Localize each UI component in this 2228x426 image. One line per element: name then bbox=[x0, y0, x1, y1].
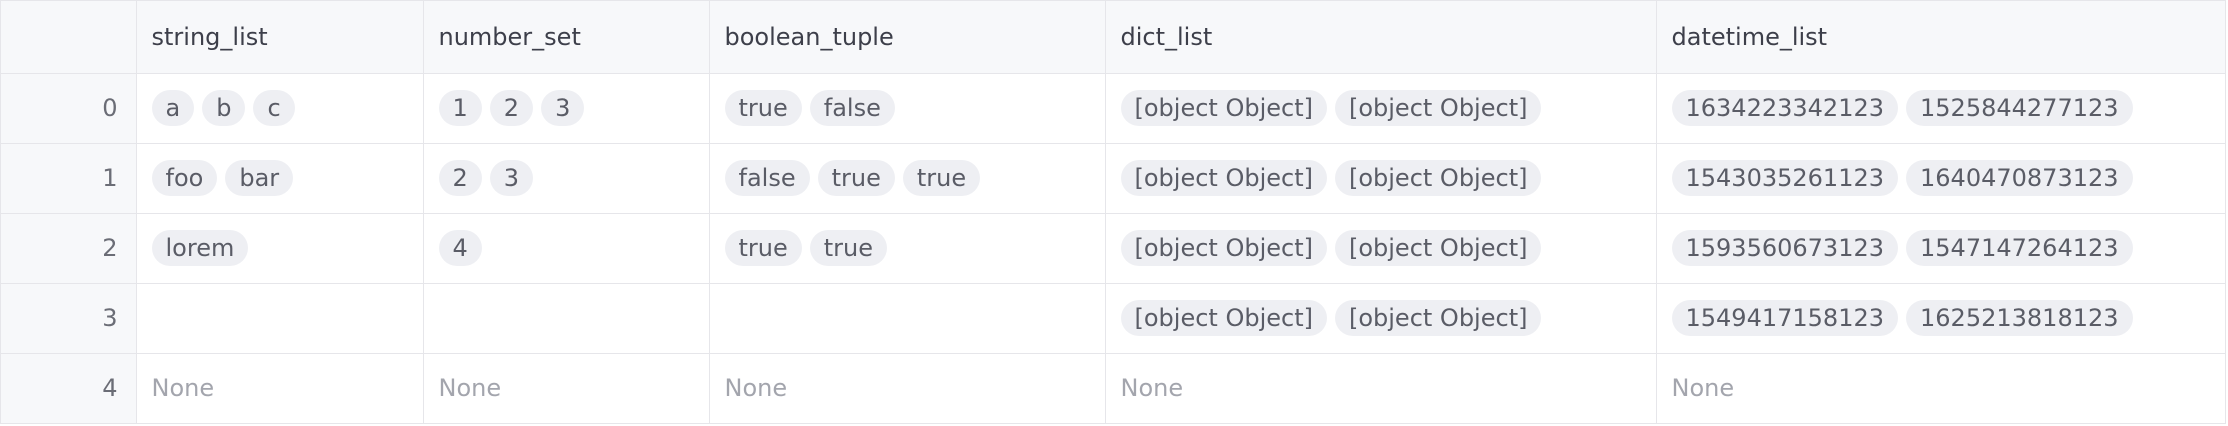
cell-datetime-list[interactable]: None bbox=[1656, 353, 2225, 423]
cell-boolean-tuple[interactable]: false true true bbox=[709, 143, 1106, 214]
list-item-chip: true bbox=[817, 160, 895, 196]
list-item-chip: 3 bbox=[489, 160, 534, 196]
list-item-chip: 2 bbox=[438, 160, 482, 196]
dataframe-grid: string_list number_set boolean_tuple dic… bbox=[0, 0, 2226, 424]
table-row: 1 foo bar 2 3 false true true [object Object] [ob… bbox=[1, 143, 2225, 214]
cell-boolean-tuple[interactable]: true true bbox=[709, 213, 1106, 284]
list-item-chip: c bbox=[253, 90, 295, 126]
column-header-boolean-tuple[interactable]: boolean_tuple bbox=[709, 1, 1106, 74]
null-value: None bbox=[1120, 374, 1184, 403]
cell-datetime-list[interactable]: 1543035261123 1640470873123 bbox=[1656, 143, 2225, 214]
list-item-chip: [object Object] bbox=[1334, 90, 1542, 126]
row-index: 1 bbox=[1, 143, 137, 214]
null-value: None bbox=[724, 374, 788, 403]
cell-number-set[interactable]: 23 bbox=[423, 143, 710, 214]
list-item-chip: true bbox=[724, 90, 802, 126]
list-item-chip: 1525844277123 bbox=[1906, 90, 2133, 126]
row-index: 0 bbox=[1, 73, 137, 144]
cell-number-set[interactable] bbox=[423, 283, 710, 354]
list-item-chip: 3 bbox=[541, 90, 585, 126]
list-item-chip: 1593560673123 bbox=[1671, 230, 1899, 266]
cell-boolean-tuple[interactable] bbox=[709, 283, 1106, 354]
list-item-chip: false bbox=[724, 160, 810, 196]
column-header-dict-list[interactable]: dict_list bbox=[1105, 1, 1657, 74]
list-item-chip: [object Object] bbox=[1334, 160, 1542, 196]
cell-dict-list[interactable]: None bbox=[1105, 353, 1657, 423]
cell-string-list[interactable]: None bbox=[136, 353, 424, 423]
list-item-chip: [object Object] bbox=[1334, 300, 1542, 336]
list-item-chip: 1 bbox=[438, 90, 482, 126]
cell-datetime-list[interactable]: 1634223342123 1525844277123 bbox=[1656, 73, 2225, 144]
column-header-number-set[interactable]: number_set bbox=[423, 1, 710, 74]
list-item-chip: lorem bbox=[151, 230, 249, 266]
list-item-chip: [object Object] bbox=[1120, 160, 1327, 196]
cell-dict-list[interactable]: [object Object] [object Object] bbox=[1105, 143, 1657, 214]
cell-string-list[interactable]: abc bbox=[136, 73, 424, 144]
null-value: None bbox=[151, 374, 215, 403]
cell-dict-list[interactable]: [object Object] [object Object] bbox=[1105, 73, 1657, 144]
cell-boolean-tuple[interactable]: None bbox=[709, 353, 1106, 423]
list-item-chip: [object Object] bbox=[1120, 90, 1327, 126]
list-item-chip: [object Object] bbox=[1334, 230, 1542, 266]
cell-boolean-tuple[interactable]: true false bbox=[709, 73, 1106, 144]
list-item-chip: true bbox=[724, 230, 802, 266]
list-item-chip: foo bbox=[151, 160, 218, 196]
row-index: 3 bbox=[1, 283, 137, 354]
index-header bbox=[1, 1, 137, 74]
cell-datetime-list[interactable]: 1593560673123 1547147264123 bbox=[1656, 213, 2225, 284]
table-row: 0 a b c 1 2 3 true false [object Object] [object O… bbox=[1, 73, 2225, 144]
list-item-chip: 1547147264123 bbox=[1906, 230, 2133, 266]
column-header-string-list[interactable]: string_list bbox=[136, 1, 424, 74]
list-item-chip: 2 bbox=[489, 90, 534, 126]
cell-string-list[interactable]: lorem bbox=[136, 213, 424, 284]
list-item-chip: false bbox=[809, 90, 895, 126]
list-item-chip: 1640470873123 bbox=[1906, 160, 2133, 196]
table-row: 3 [object Object] [object Object] 154941715… bbox=[1, 283, 2225, 354]
null-value: None bbox=[1671, 374, 1735, 403]
header-row: string_list number_set boolean_tuple dic… bbox=[1, 1, 2225, 74]
cell-number-set[interactable]: None bbox=[423, 353, 710, 423]
list-item-chip: 1634223342123 bbox=[1671, 90, 1899, 126]
list-item-chip: true bbox=[809, 230, 888, 266]
column-header-datetime-list[interactable]: datetime_list bbox=[1656, 1, 2225, 74]
cell-string-list[interactable] bbox=[136, 283, 424, 354]
list-item-chip: bar bbox=[225, 160, 294, 196]
list-item-chip: b bbox=[202, 90, 246, 126]
cell-dict-list[interactable]: [object Object] [object Object] bbox=[1105, 283, 1657, 354]
list-item-chip: [object Object] bbox=[1120, 300, 1327, 336]
cell-datetime-list[interactable]: 1549417158123 1625213818123 bbox=[1656, 283, 2225, 354]
list-item-chip: 1625213818123 bbox=[1906, 300, 2133, 336]
list-item-chip: a bbox=[151, 90, 195, 126]
cell-string-list[interactable]: foo bar bbox=[136, 143, 424, 214]
table-row: 2 lorem 4 true true [object Object] [object Ob… bbox=[1, 213, 2225, 284]
data-table: string_list number_set boolean_tuple dic… bbox=[1, 1, 2225, 423]
row-index: 4 bbox=[1, 353, 137, 423]
list-item-chip: 1543035261123 bbox=[1671, 160, 1899, 196]
cell-number-set[interactable]: 4 bbox=[423, 213, 710, 284]
cell-dict-list[interactable]: [object Object] [object Object] bbox=[1105, 213, 1657, 284]
cell-number-set[interactable]: 123 bbox=[423, 73, 710, 144]
row-index: 2 bbox=[1, 213, 137, 284]
list-item-chip: true bbox=[902, 160, 981, 196]
table-row: 4 None None None None None bbox=[1, 353, 2225, 423]
list-item-chip: 4 bbox=[438, 230, 482, 266]
list-item-chip: 1549417158123 bbox=[1671, 300, 1899, 336]
list-item-chip: [object Object] bbox=[1120, 230, 1327, 266]
null-value: None bbox=[438, 374, 502, 403]
